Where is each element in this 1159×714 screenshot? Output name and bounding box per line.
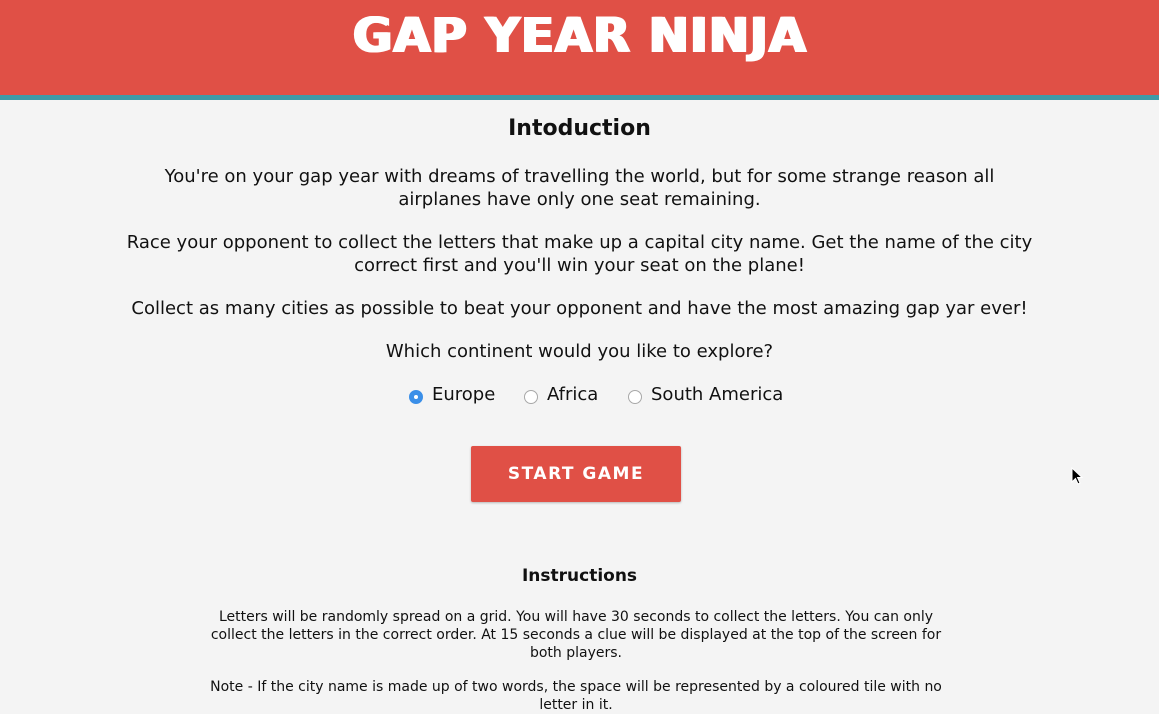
continent-radio-group: Europe Africa South America — [0, 383, 1159, 409]
intro-paragraph-1-line-1: You're on your gap year with dreams of t… — [164, 166, 995, 187]
radio-option-south-america[interactable]: South America — [628, 383, 783, 407]
intro-heading: Intoduction — [508, 116, 651, 141]
start-game-button[interactable]: START GAME — [471, 446, 681, 502]
radio-option-europe[interactable]: Europe — [409, 383, 495, 407]
site-header: GAP YEAR NINJA — [0, 0, 1159, 100]
radio-south-america-label: South America — [651, 384, 784, 405]
intro-paragraph-2: Race your opponent to collect the letter… — [0, 231, 1159, 277]
radio-africa-label: Africa — [547, 384, 599, 405]
intro-paragraph-2-line-2: correct first and you'll win your seat o… — [354, 255, 805, 276]
mouse-pointer-icon — [1071, 467, 1083, 485]
intro-paragraph-1-line-2: airplanes have only one seat remaining. — [398, 189, 761, 210]
intro-paragraph-1: You're on your gap year with dreams of t… — [0, 165, 1159, 211]
radio-south-america-unchecked-icon[interactable] — [628, 389, 642, 404]
instructions-note: Note - If the city name is made up of tw… — [210, 679, 942, 713]
instructions-text: Letters will be randomly spread on a gri… — [210, 609, 942, 661]
radio-europe-checked-icon[interactable] — [409, 389, 423, 404]
continent-question: Which continent would you like to explor… — [385, 341, 774, 362]
intro-paragraph-2-line-1: Race your opponent to collect the letter… — [126, 232, 1033, 253]
radio-option-africa[interactable]: Africa — [524, 383, 598, 407]
radio-europe-label: Europe — [432, 384, 496, 405]
site-logo: GAP YEAR NINJA — [352, 8, 807, 64]
intro-paragraph-3: Collect as many cities as possible to be… — [131, 298, 1028, 319]
instructions-heading: Instructions — [521, 566, 638, 586]
radio-africa-unchecked-icon[interactable] — [524, 389, 538, 404]
